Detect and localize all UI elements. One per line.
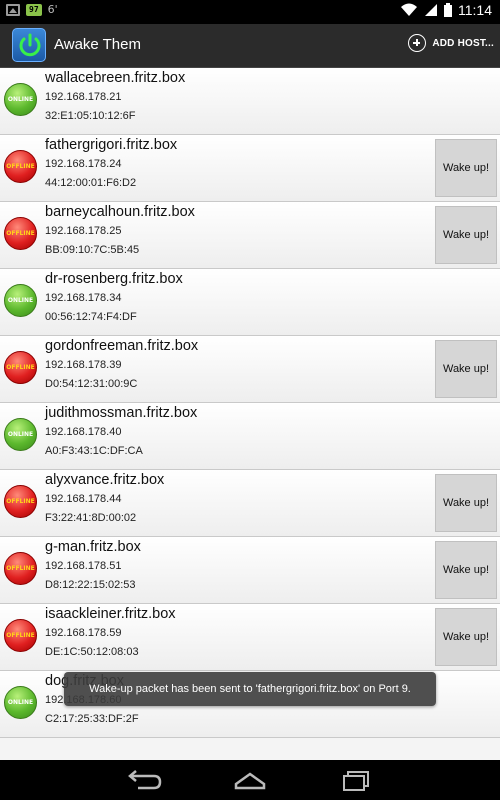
host-mac: D0:54:12:31:00:9C (45, 378, 138, 390)
host-mac: D8:12:22:15:02:53 (45, 579, 136, 591)
host-row[interactable]: OFFLINE g-man.fritz.box 192.168.178.51 D8:1… (0, 537, 500, 604)
host-row[interactable]: ONLINE wallacebreen.fritz.box 192.168.178.… (0, 68, 500, 135)
status-bar-right: 11:14 (400, 2, 492, 18)
host-ip: 192.168.178.21 (45, 91, 122, 103)
notification-text: 6' (47, 3, 58, 16)
host-name: judithmossman.fritz.box (45, 405, 198, 421)
host-name: fathergrigori.fritz.box (45, 137, 178, 153)
wake-up-button[interactable]: Wake up! (435, 340, 497, 398)
host-ip: 192.168.178.34 (45, 292, 122, 304)
wake-up-button[interactable]: Wake up! (435, 474, 497, 532)
back-icon[interactable] (124, 768, 164, 792)
add-circle-icon (408, 34, 427, 52)
wake-up-button[interactable]: Wake up! (435, 206, 497, 264)
host-row[interactable]: OFFLINE fathergrigori.fritz.box 192.168.17… (0, 135, 500, 202)
wake-up-button[interactable]: Wake up! (435, 608, 497, 666)
offline-status-icon: OFFLINE (4, 485, 37, 518)
recent-apps-icon[interactable] (336, 768, 376, 792)
host-ip: 192.168.178.44 (45, 493, 122, 505)
host-row[interactable]: OFFLINE isaackleiner.fritz.box 192.168.178… (0, 604, 500, 671)
host-ip: 192.168.178.39 (45, 359, 122, 371)
app-title: Awake Them (54, 36, 141, 53)
host-name: barneycalhoun.fritz.box (45, 204, 195, 220)
online-status-icon: ONLINE (4, 284, 37, 317)
add-host-label: ADD HOST... (432, 37, 494, 49)
cell-signal-icon (425, 4, 437, 16)
host-mac: F3:22:41:8D:00:02 (45, 512, 137, 524)
host-row[interactable]: OFFLINE alyxvance.fritz.box 192.168.178.44… (0, 470, 500, 537)
toast-message: Wake-up packet has been sent to 'fatherg… (64, 672, 436, 706)
power-app-icon[interactable] (12, 28, 46, 62)
power-icon (19, 33, 41, 57)
host-row[interactable]: ONLINE judithmossman.fritz.box 192.168.178… (0, 403, 500, 470)
host-mac: A0:F3:43:1C:DF:CA (45, 445, 143, 457)
host-row[interactable]: ONLINE dr-rosenberg.fritz.box 192.168.178.… (0, 269, 500, 336)
online-status-icon: ONLINE (4, 686, 37, 719)
host-row[interactable]: OFFLINE gordonfreeman.fritz.box 192.168.17… (0, 336, 500, 403)
home-icon[interactable] (230, 768, 270, 792)
host-list[interactable]: ONLINE wallacebreen.fritz.box 192.168.178.… (0, 68, 500, 760)
offline-status-icon: OFFLINE (4, 552, 37, 585)
clock-time: 11:14 (458, 2, 492, 18)
host-ip: 192.168.178.51 (45, 560, 122, 572)
host-ip: 192.168.178.59 (45, 627, 122, 639)
action-bar: Awake Them ADD HOST... (0, 24, 500, 68)
host-name: gordonfreeman.fritz.box (45, 338, 199, 354)
host-mac: C2:17:25:33:DF:2F (45, 713, 139, 725)
wifi-icon (401, 3, 417, 16)
image-notification-icon (6, 3, 20, 16)
host-mac: 32:E1:05:10:12:6F (45, 110, 136, 122)
host-name: isaackleiner.fritz.box (45, 606, 176, 622)
online-status-icon: ONLINE (4, 418, 37, 451)
host-ip: 192.168.178.40 (45, 426, 122, 438)
host-name: g-man.fritz.box (45, 539, 141, 555)
host-name: alyxvance.fritz.box (45, 472, 165, 488)
host-mac: 00:56:12:74:F4:DF (45, 311, 137, 323)
wake-up-button[interactable]: Wake up! (435, 139, 497, 197)
host-name: wallacebreen.fritz.box (45, 70, 186, 86)
status-bar-left: 97 6' (6, 3, 58, 16)
host-name: dr-rosenberg.fritz.box (45, 271, 183, 287)
battery-level-badge: 97 (26, 3, 42, 16)
offline-status-icon: OFFLINE (4, 619, 37, 652)
online-status-icon: ONLINE (4, 83, 37, 116)
add-host-button[interactable]: ADD HOST... (408, 34, 494, 52)
battery-icon (444, 3, 452, 17)
host-ip: 192.168.178.25 (45, 225, 122, 237)
host-mac: BB:09:10:7C:5B:45 (45, 244, 140, 256)
host-mac: 44:12:00:01:F6:D2 (45, 177, 137, 189)
offline-status-icon: OFFLINE (4, 351, 37, 384)
host-ip: 192.168.178.24 (45, 158, 122, 170)
offline-status-icon: OFFLINE (4, 150, 37, 183)
status-bar: 97 6' 11:14 (0, 0, 500, 24)
navigation-bar (0, 760, 500, 800)
wake-up-button[interactable]: Wake up! (435, 541, 497, 599)
host-row[interactable]: OFFLINE barneycalhoun.fritz.box 192.168.17… (0, 202, 500, 269)
host-mac: DE:1C:50:12:08:03 (45, 646, 139, 658)
offline-status-icon: OFFLINE (4, 217, 37, 250)
